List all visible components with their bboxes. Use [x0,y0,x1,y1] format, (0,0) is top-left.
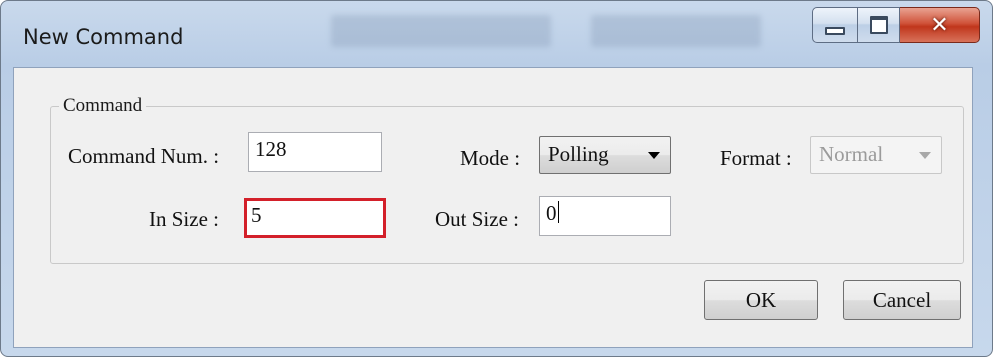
in-size-input[interactable]: 5 [244,198,386,238]
mode-label: Mode : [460,146,521,170]
window-title: New Command [23,25,184,49]
command-groupbox [50,106,964,264]
maximize-button[interactable] [858,7,900,43]
in-size-label: In Size : [149,207,219,231]
caption-buttons: ✕ [812,7,980,43]
format-select: Normal [810,136,942,174]
chevron-down-icon [919,152,931,159]
cancel-button[interactable]: Cancel [843,280,961,320]
close-icon: ✕ [930,12,949,38]
dialog-client-area: Command Command Num. : 128 Mode : Pollin… [13,67,973,348]
mode-select-value: Polling [548,142,609,166]
background-window-blur [331,15,551,47]
ok-button[interactable]: OK [704,280,818,320]
background-window-blur [591,15,761,47]
maximize-icon [869,16,888,34]
command-num-label: Command Num. : [68,144,220,168]
out-size-label: Out Size : [435,207,519,231]
minimize-icon [825,27,845,35]
command-num-input[interactable]: 128 [248,132,382,172]
out-size-value: 0 [546,201,557,225]
out-size-input[interactable]: 0 [539,196,671,236]
mode-select[interactable]: Polling [539,136,671,174]
format-select-value: Normal [819,142,884,166]
text-caret [557,201,559,223]
command-group-label: Command [59,95,147,117]
close-button[interactable]: ✕ [900,7,980,43]
format-label: Format : [720,146,792,170]
minimize-button[interactable] [812,7,858,43]
chevron-down-icon [648,152,660,159]
new-command-dialog: New Command ✕ Command Command Num. : 128… [0,0,993,357]
